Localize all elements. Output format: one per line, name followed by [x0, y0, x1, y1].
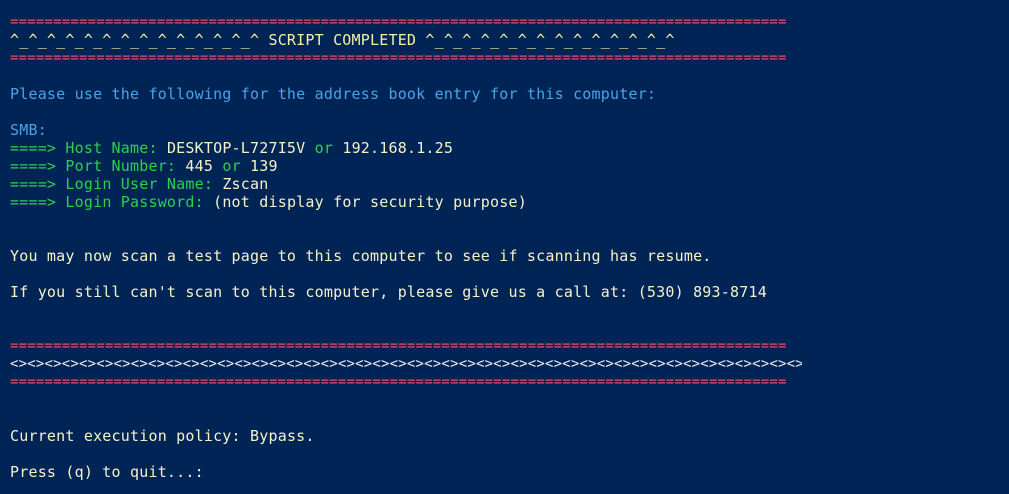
scan-test-message: You may now scan a test page to this com…: [10, 247, 712, 265]
port-or-text: or: [222, 157, 241, 175]
script-completed-banner: ^_^_^_^_^_^_^_^_^_^_^_^_^_^ SCRIPT COMPL…: [10, 31, 675, 49]
host-ip-value: 192.168.1.25: [342, 139, 454, 157]
port-number-label: Port Number:: [65, 157, 177, 175]
login-password-row: ====> Login Password: (not display for s…: [10, 193, 527, 211]
port-number-row: ====> Port Number: 445 or 139: [10, 157, 278, 175]
execution-policy-value: Bypass.: [250, 427, 315, 445]
smb-heading: SMB:: [10, 121, 47, 139]
execution-policy-line: Current execution policy: Bypass.: [10, 427, 315, 445]
execution-policy-label: Current execution policy:: [10, 427, 241, 445]
login-user-row: ====> Login User Name: Zscan: [10, 175, 268, 193]
banner-top-rule-lower: ========================================…: [10, 50, 787, 66]
port-value-primary: 445: [185, 157, 214, 175]
banner-bottom-pattern: <><><><><><><><><><><><><><><><><><><><>…: [10, 356, 802, 372]
port-value-secondary: 139: [250, 157, 278, 175]
login-password-value: (not display for security purpose): [213, 193, 527, 211]
host-name-value: DESKTOP-L727I5V: [166, 139, 306, 157]
powershell-console[interactable]: ========================================…: [0, 0, 1009, 494]
login-password-label: Login Password:: [65, 193, 204, 211]
login-user-label: Login User Name:: [65, 175, 214, 193]
arrow-marker: ====>: [10, 157, 57, 175]
quit-prompt[interactable]: Press (q) to quit...:: [10, 463, 204, 481]
banner-bottom-rule-lower: ========================================…: [10, 374, 787, 390]
arrow-marker: ====>: [10, 139, 57, 157]
arrow-marker: ====>: [10, 193, 57, 211]
banner-bottom-rule-upper: ========================================…: [10, 338, 787, 354]
address-book-instruction: Please use the following for the address…: [10, 85, 657, 103]
host-or-text: or: [314, 139, 334, 157]
host-name-label: Host Name:: [65, 139, 158, 157]
host-name-row: ====> Host Name: DESKTOP-L727I5V or 192.…: [10, 139, 453, 157]
banner-top-rule-upper: ========================================…: [10, 14, 787, 30]
arrow-marker: ====>: [10, 175, 57, 193]
support-call-message: If you still can't scan to this computer…: [10, 283, 767, 301]
login-user-value: Zscan: [222, 175, 269, 193]
